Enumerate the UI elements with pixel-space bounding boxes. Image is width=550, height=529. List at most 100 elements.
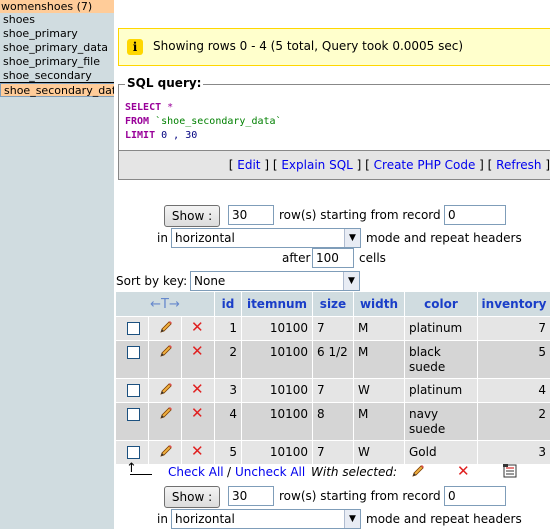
cell-itemnum: 10100 [269,383,308,397]
cell-color: navy suede [409,407,446,436]
table-link-shoes[interactable]: shoes [0,13,114,27]
in-label-top: in [157,231,168,245]
edit-pencil-icon[interactable] [158,405,174,421]
cell-size: 6 1/2 [317,345,348,359]
column-header-id[interactable]: id [215,292,241,316]
bulk-separator: / [227,465,232,479]
create-php-code-link[interactable]: Create PHP Code [374,158,476,172]
table-link-shoe-secondary[interactable]: shoe_secondary [0,69,114,83]
cell-width: M [358,407,369,421]
with-selected-label: With selected: [311,465,398,479]
column-resize-icon: ←T→ [150,297,180,312]
notice-text: Showing rows 0 - 4 (5 total, Query took … [153,39,464,53]
cell-width: M [358,321,369,335]
cell-id: 2 [229,345,237,359]
database-link[interactable]: womenshoes (7) [0,0,114,13]
table-row[interactable]: ✕ 2 10100 6 1/2 Mblack suede 5 [116,341,550,378]
cell-itemnum: 10100 [269,345,308,359]
table-row[interactable]: ✕ 3 10100 7 Wplatinum 4 [116,379,550,402]
column-header-size[interactable]: size [313,292,353,316]
edit-pencil-icon[interactable] [158,381,174,397]
rows-input-top[interactable]: 30 [228,205,274,225]
cell-color: Gold [409,445,437,459]
bulk-delete-icon[interactable]: ✕ [457,464,470,479]
cell-size: 7 [317,445,325,459]
sql-limit-values: 0 , 30 [161,130,198,141]
display-mode-value-top: horizontal [175,231,235,245]
edit-pencil-icon[interactable] [158,343,174,359]
display-mode-select-top[interactable]: horizontal ▼ [171,228,361,248]
refresh-link[interactable]: Refresh [496,158,541,172]
row-checkbox[interactable] [127,322,140,335]
cell-color: platinum [409,383,463,397]
cell-inventory: 5 [538,345,546,359]
row-checkbox[interactable] [127,384,140,397]
rows-label-bottom: row(s) starting from record # [279,489,455,503]
main-content: i Showing rows 0 - 4 (5 total, Query too… [114,0,550,529]
table-row[interactable]: ✕ 5 10100 7 W Gold 3 [116,441,550,464]
sql-links-bar: [ Edit ] [ Explain SQL ] [ Create PHP Co… [118,150,550,180]
mode-label-top: mode and repeat headers [366,231,522,245]
table-link-shoe-primary-data[interactable]: shoe_primary_data [0,41,114,55]
column-header-itemnum[interactable]: itemnum [242,292,312,316]
uncheck-all-link[interactable]: Uncheck All [235,465,305,479]
sort-by-key-value: None [194,274,226,288]
column-header-color[interactable]: color [405,292,477,316]
row-checkbox[interactable] [127,446,140,459]
sql-legend: SQL query: [125,76,204,90]
column-header-inventory[interactable]: inventory [478,292,550,316]
table-link-shoe-primary[interactable]: shoe_primary [0,27,114,41]
cell-id: 4 [229,407,237,421]
explain-sql-link[interactable]: Explain SQL [281,158,353,172]
column-header-width[interactable]: width [354,292,404,316]
rows-label-top: row(s) starting from record # [279,208,455,222]
bulk-edit-pencil-icon[interactable] [410,463,426,482]
cell-width: W [358,383,370,397]
cell-size: 7 [317,383,325,397]
cell-width: W [358,445,370,459]
bulk-actions-bar: ↑ Check All / Uncheck All With selected:… [114,461,550,483]
show-button-top[interactable]: Show : [164,205,220,227]
delete-icon[interactable]: ✕ [191,406,205,421]
cells-label: cells [359,251,386,265]
arrow-line [130,474,152,475]
export-icon[interactable] [502,463,518,482]
edit-pencil-icon[interactable] [158,319,174,335]
delete-icon[interactable]: ✕ [191,444,205,459]
display-mode-select-bottom[interactable]: horizontal ▼ [171,509,361,529]
edit-link[interactable]: Edit [237,158,260,172]
delete-icon[interactable]: ✕ [191,320,205,335]
cell-size: 8 [317,407,325,421]
rows-input-bottom[interactable]: 30 [228,486,274,506]
display-mode-value-bottom: horizontal [175,512,235,526]
sql-code: SELECT * FROM `shoe_secondary_data` LIMI… [125,101,282,143]
sql-select: SELECT [125,102,162,113]
table-row[interactable]: ✕ 1 10100 7 Mplatinum 7 [116,317,550,340]
cell-inventory: 3 [538,445,546,459]
cell-size: 7 [317,321,325,335]
table-header-actions: ←T→ [116,292,214,316]
cell-itemnum: 10100 [269,407,308,421]
row-checkbox[interactable] [127,346,140,359]
delete-icon[interactable]: ✕ [191,344,205,359]
table-row[interactable]: ✕ 4 10100 8 Mnavy suede 2 [116,403,550,440]
cell-inventory: 7 [538,321,546,335]
row-checkbox[interactable] [127,408,140,421]
table-link-shoe-primary-file[interactable]: shoe_primary_file [0,55,114,69]
edit-pencil-icon[interactable] [158,443,174,459]
repeat-after-input[interactable]: 100 [312,248,354,268]
check-all-link[interactable]: Check All [168,465,224,479]
query-notice: i Showing rows 0 - 4 (5 total, Query too… [118,28,550,66]
delete-icon[interactable]: ✕ [191,382,205,397]
cell-inventory: 2 [538,407,546,421]
show-button-bottom[interactable]: Show : [164,486,220,508]
start-record-input-top[interactable]: 0 [444,205,506,225]
sql-star: * [167,102,174,113]
sql-limit: LIMIT [125,130,156,141]
chevron-down-icon: ▼ [344,229,360,247]
start-record-input-bottom[interactable]: 0 [444,486,506,506]
sort-by-key-select[interactable]: None ▼ [190,271,360,291]
sql-from: FROM [125,116,150,127]
notice-icon: i [127,39,143,55]
table-link-shoe-secondary-data[interactable]: shoe_secondary_data [0,83,127,97]
